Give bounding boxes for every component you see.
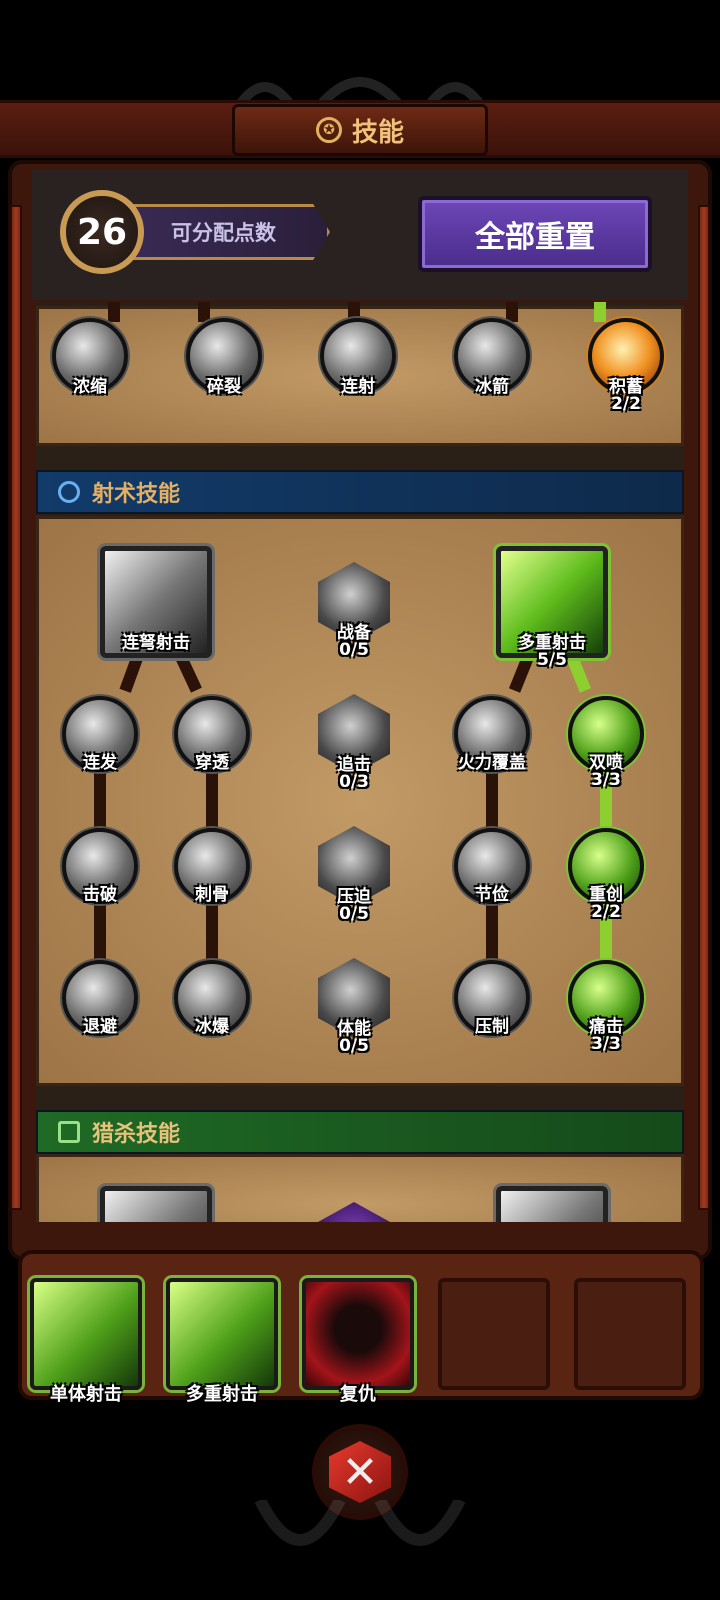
connector-line — [206, 900, 218, 960]
skill-label: 击破 — [83, 885, 117, 905]
equipped-slot-1[interactable] — [30, 1278, 142, 1390]
connector-line — [94, 770, 106, 830]
connector-line — [198, 302, 210, 322]
target-icon — [58, 481, 80, 503]
connector-line — [486, 900, 498, 960]
connector-line-active — [594, 302, 606, 322]
crossed-swords-icon: ✕ — [329, 1441, 391, 1503]
skill-level: 2/2 — [591, 902, 621, 922]
equipped-label: 多重射击 — [186, 1384, 258, 1405]
skill-level: 2/2 — [611, 394, 641, 414]
equipped-slot-4[interactable] — [438, 1278, 550, 1390]
skill-icon[interactable] — [100, 1186, 212, 1222]
skill-label: 连射 — [341, 377, 375, 397]
bottom-ornament — [254, 1500, 466, 1546]
section-title: 猎杀技能 — [92, 1122, 181, 1147]
page-title: 技能 — [351, 117, 404, 148]
skill-label: 连发 — [83, 753, 117, 773]
connector-line — [486, 770, 498, 830]
connector-line — [506, 302, 518, 322]
connector-line — [94, 900, 106, 960]
points-label: 可分配点数 — [120, 204, 330, 260]
skill-label: 穿透 — [195, 753, 229, 773]
boot-icon — [58, 1121, 80, 1143]
section-header-shooting: 射术技能 — [36, 470, 684, 514]
pentagram-icon: ✪ — [315, 117, 342, 143]
points-count: 26 — [60, 190, 144, 274]
section-header-hunting: 猎杀技能 — [36, 1110, 684, 1154]
skill-label: 压制 — [475, 1017, 509, 1037]
skill-label: 冰爆 — [195, 1017, 229, 1037]
equipped-label: 单体射击 — [50, 1384, 122, 1405]
equipped-label: 复仇 — [340, 1384, 376, 1405]
equipped-slot-3[interactable] — [302, 1278, 414, 1390]
skill-level: 3/3 — [591, 770, 621, 790]
skill-label: 冰箭 — [475, 377, 509, 397]
skill-level: 0/5 — [339, 640, 369, 660]
skill-label: 火力覆盖 — [458, 753, 526, 773]
reset-all-button[interactable]: 全部重置 — [418, 196, 652, 272]
connector-line — [206, 770, 218, 830]
skill-level: 3/3 — [591, 1034, 621, 1054]
title-plate: ✪ 技能 — [232, 104, 488, 156]
section-title: 射术技能 — [92, 482, 181, 507]
connector-line — [108, 302, 120, 322]
left-rail — [10, 205, 22, 1210]
equipped-slot-2[interactable] — [166, 1278, 278, 1390]
equipped-slot-5[interactable] — [574, 1278, 686, 1390]
skill-label: 连弩射击 — [122, 633, 190, 653]
skill-label: 碎裂 — [207, 377, 241, 397]
right-rail — [698, 205, 710, 1210]
skill-label: 节俭 — [475, 885, 509, 905]
skill-label: 浓缩 — [73, 377, 107, 397]
skill-label: 退避 — [83, 1017, 117, 1037]
skill-icon[interactable] — [496, 1186, 608, 1222]
skill-level: 0/5 — [339, 1036, 369, 1056]
skill-level: 0/3 — [339, 772, 369, 792]
skill-label: 刺骨 — [195, 885, 229, 905]
skill-level: 5/5 — [537, 650, 567, 670]
skill-level: 0/5 — [339, 904, 369, 924]
skill-tree-scroll[interactable]: 浓缩 碎裂 连射 冰箭 积蓄 2/2 射术技能 连弩射击 战备 0/5 多重射击… — [36, 302, 684, 1222]
